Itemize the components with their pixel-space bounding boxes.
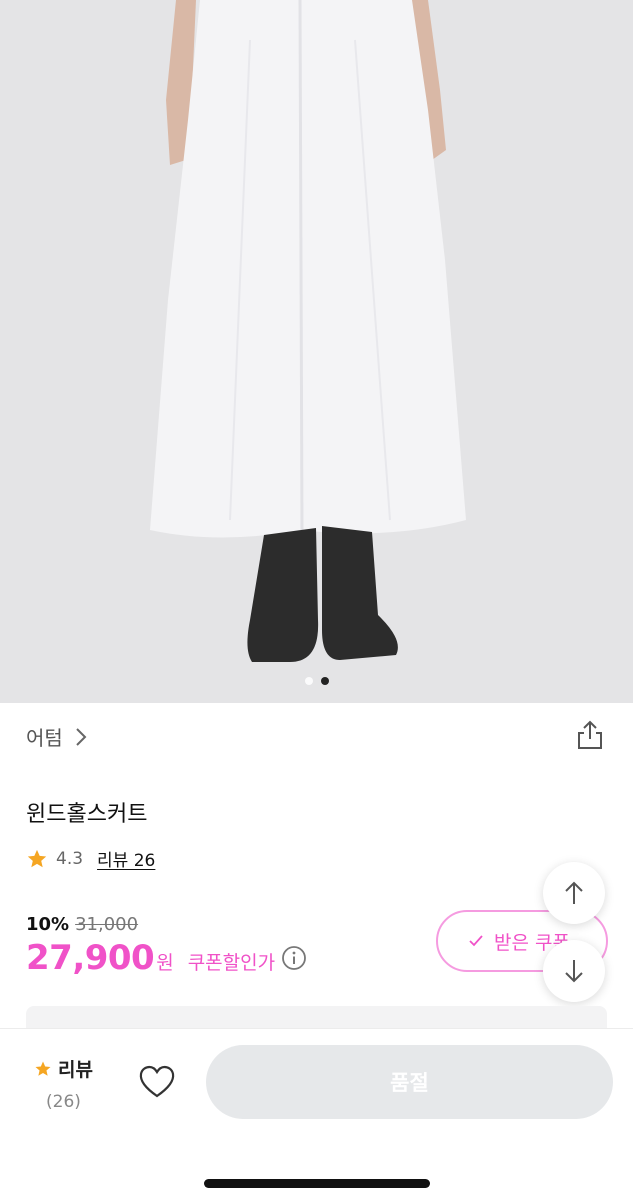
rating-value: 4.3 [56,848,84,869]
pagination-dot-active[interactable] [320,677,329,685]
scroll-down-button[interactable] [543,940,605,1002]
bottom-review-summary[interactable]: 리뷰 (26) [34,1055,98,1112]
info-box [26,1006,607,1030]
chevron-right-icon [76,727,87,746]
brand-link[interactable]: 어텀 [26,722,89,751]
price-row: 27,900 원 쿠폰할인가 [26,938,307,978]
arrow-down-icon [565,960,583,983]
scroll-up-button[interactable] [543,862,605,924]
skirt-photo [0,0,633,703]
info-icon[interactable] [281,945,307,971]
bottom-review-count: (26) [46,1092,81,1112]
discount-rate: 10% [26,914,70,935]
review-link[interactable]: 리뷰 26 [97,846,155,871]
gallery-pagination [0,677,633,685]
original-price: 31,000 [75,914,139,935]
arrow-up-icon [565,881,583,904]
bottom-action-bar: 리뷰 (26) 품절 [0,1028,633,1200]
soldout-button[interactable]: 품절 [206,1045,613,1119]
product-title: 윈드홀스커트 [26,802,148,827]
product-image[interactable] [0,0,633,703]
star-icon [35,1061,51,1076]
discount-row: 10% 31,000 [26,914,138,935]
share-icon[interactable] [573,718,607,752]
rating-row: 4.3 리뷰 26 [26,846,155,871]
coupon-price-label: 쿠폰할인가 [187,952,276,974]
check-icon [469,935,483,947]
heart-icon[interactable] [138,1065,176,1099]
bottom-review-label: 리뷰 [58,1059,93,1081]
home-indicator [204,1179,430,1188]
brand-name[interactable]: 어텀 [26,722,63,751]
pagination-dot[interactable] [304,677,313,685]
currency-unit: 원 [156,952,174,974]
star-icon [27,849,47,867]
sale-price: 27,900 [26,938,155,978]
